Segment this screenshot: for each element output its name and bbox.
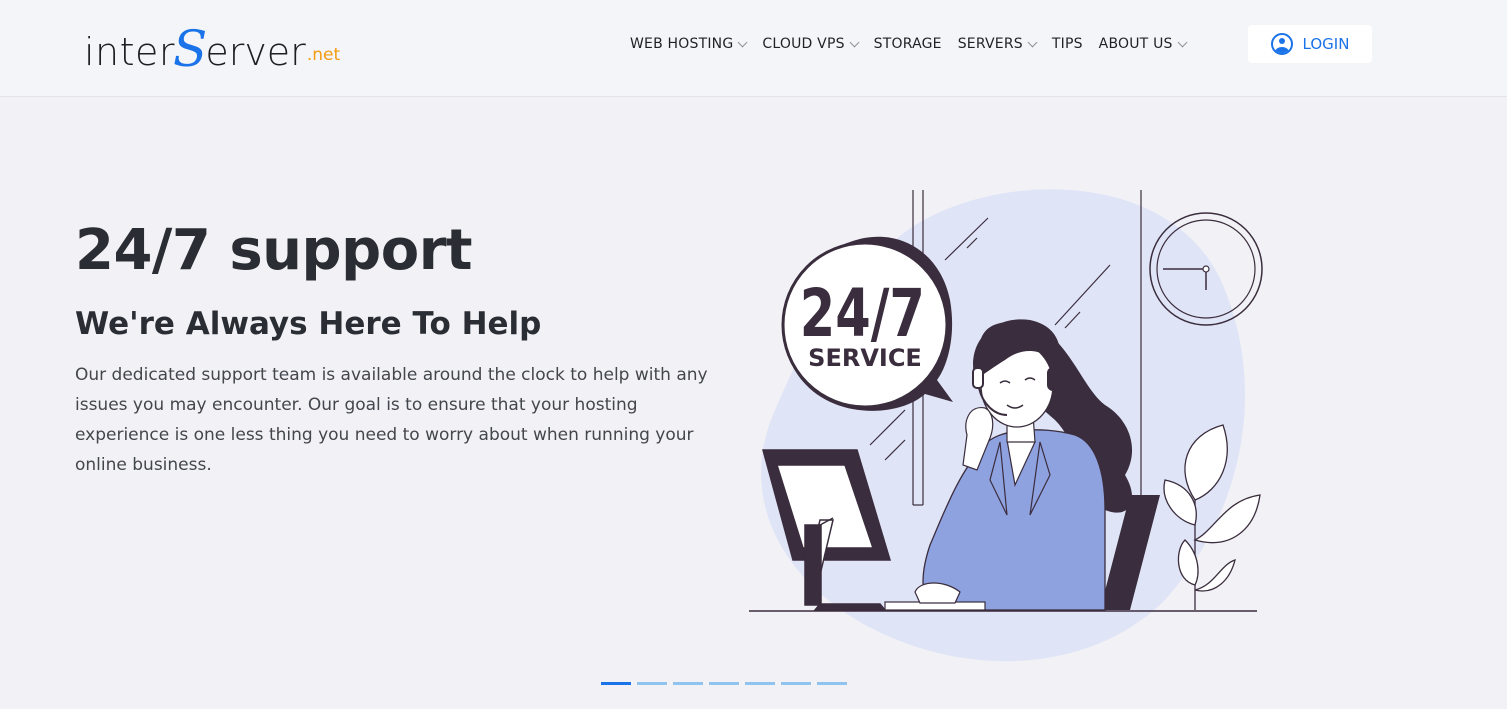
nav-item-label: ABOUT US	[1098, 36, 1173, 52]
hero-description: Our dedicated support team is available …	[75, 365, 708, 475]
hero-title: 24/7 support	[75, 218, 473, 283]
support-agent-illustration: 24/7 SERVICE	[749, 189, 1263, 662]
nav-item-cloud-vps[interactable]: CLOUD VPS	[762, 36, 860, 52]
carousel-dot-6[interactable]	[781, 682, 811, 685]
nav-item-about-us[interactable]: ABOUT US	[1098, 36, 1188, 52]
nav-item-servers[interactable]: SERVERS	[957, 36, 1038, 52]
chevron-down-icon	[1177, 37, 1188, 47]
logo-inter-text: inter	[84, 30, 176, 74]
main-nav: WEB HOSTING CLOUD VPS STORAGE SERVERS TI…	[630, 36, 1202, 52]
nav-item-storage[interactable]: STORAGE	[874, 36, 942, 52]
logo-net-text: .net	[306, 45, 341, 65]
interserver-logo[interactable]: inter S erver .net	[84, 18, 340, 74]
nav-item-web-hosting[interactable]: WEB HOSTING	[630, 36, 748, 52]
nav-item-label: TIPS	[1051, 36, 1083, 52]
carousel-dot-7[interactable]	[817, 682, 847, 685]
chevron-down-icon	[737, 37, 748, 47]
user-circle-icon	[1270, 33, 1293, 55]
carousel-dot-1[interactable]	[601, 682, 631, 685]
carousel-dot-5[interactable]	[745, 682, 775, 685]
nav-item-label: STORAGE	[873, 36, 942, 52]
login-button[interactable]: LOGIN	[1248, 25, 1372, 63]
bubble-service-text: SERVICE	[808, 344, 922, 372]
carousel-dot-2[interactable]	[637, 682, 667, 685]
nav-item-label: SERVERS	[957, 36, 1023, 52]
logo-erver-text: erver	[205, 30, 306, 74]
speech-bubble-247-service: 24/7 SERVICE	[781, 236, 953, 411]
carousel-indicators	[601, 682, 853, 685]
nav-item-tips[interactable]: TIPS	[1052, 36, 1083, 52]
login-label: LOGIN	[1302, 35, 1350, 53]
nav-item-label: WEB HOSTING	[630, 36, 734, 52]
bubble-247-text: 24/7	[800, 275, 925, 352]
site-header: inter S erver .net WEB HOSTING CLOUD VPS…	[0, 0, 1507, 97]
nav-item-label: CLOUD VPS	[762, 36, 845, 52]
carousel-dot-3[interactable]	[673, 682, 703, 685]
carousel-dot-4[interactable]	[709, 682, 739, 685]
chevron-down-icon	[849, 37, 860, 47]
chevron-down-icon	[1027, 37, 1038, 47]
logo-s-letter: S	[173, 20, 208, 78]
hero-subtitle: We're Always Here To Help	[75, 306, 542, 342]
